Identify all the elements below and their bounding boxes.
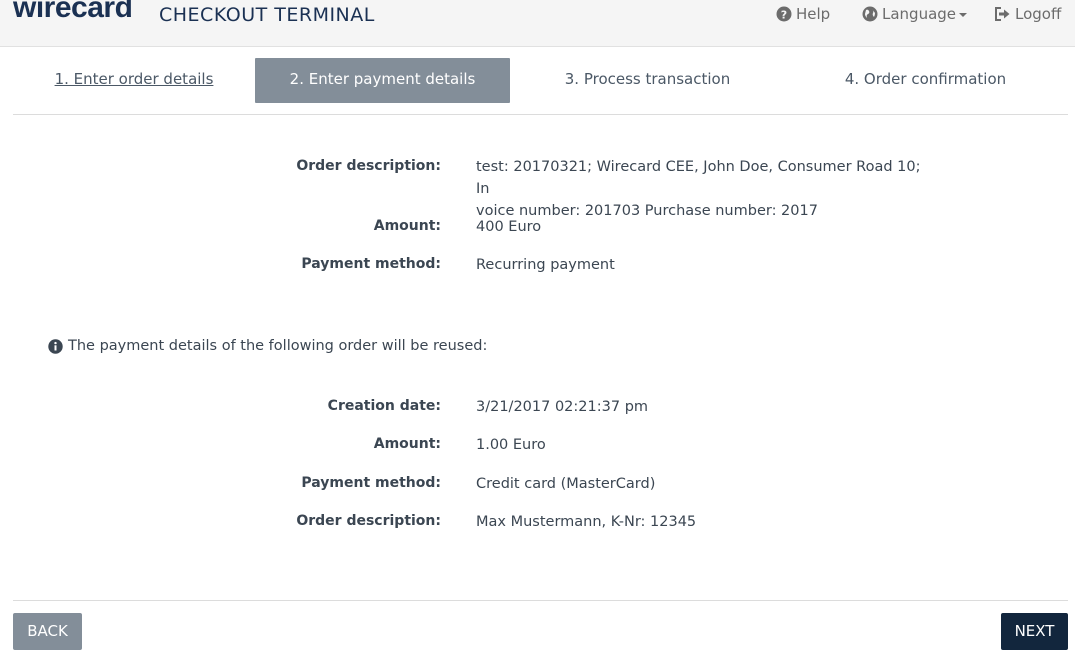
order-description-value: test: 20170321; Wirecard CEE, John Doe, …	[476, 156, 926, 222]
globe-icon	[862, 6, 878, 22]
order-description-line-1: test: 20170321; Wirecard CEE, John Doe, …	[476, 159, 921, 197]
step-process-transaction: 3. Process transaction	[520, 58, 775, 103]
logoff-icon	[995, 7, 1010, 21]
step-label[interactable]: 1. Enter order details	[55, 70, 214, 88]
creation-date-value: 3/21/2017 02:21:37 pm	[476, 399, 649, 415]
step-label: 2. Enter payment details	[289, 70, 476, 88]
step-label: 4. Order confirmation	[844, 70, 1007, 88]
reuse-info-message: The payment details of the following ord…	[48, 338, 487, 354]
reused-amount-label: Amount:	[373, 436, 441, 452]
reused-order-description-value: Max Mustermann, K-Nr: 12345	[476, 514, 697, 530]
reused-payment-method-value: Credit card (MasterCard)	[476, 476, 656, 492]
step-label: 3. Process transaction	[564, 70, 731, 88]
amount-label: Amount:	[373, 218, 441, 234]
order-description-label: Order description:	[296, 158, 441, 174]
reused-order-description-label: Order description:	[296, 513, 441, 529]
next-button[interactable]: NEXT	[1001, 613, 1068, 650]
logoff-label: Logoff	[1015, 5, 1062, 23]
back-button[interactable]: BACK	[13, 613, 82, 650]
language-label: Language	[882, 5, 957, 23]
app-title: CHECKOUT TERMINAL	[159, 4, 375, 26]
reused-amount-value: 1.00 Euro	[476, 437, 546, 453]
reuse-info-text: The payment details of the following ord…	[68, 338, 488, 354]
logoff-link[interactable]: Logoff	[994, 5, 1061, 23]
step-enter-order-details[interactable]: 1. Enter order details	[13, 58, 255, 103]
info-circle-icon	[48, 338, 63, 354]
divider	[13, 600, 1068, 601]
creation-date-label: Creation date:	[327, 398, 441, 414]
step-enter-payment-details: 2. Enter payment details	[255, 58, 510, 103]
reused-payment-method-label: Payment method:	[301, 475, 441, 491]
amount-value: 400 Euro	[476, 219, 542, 235]
help-label: Help	[796, 5, 831, 23]
language-dropdown[interactable]: Language	[862, 5, 968, 23]
wizard-steps: 1. Enter order details 2. Enter payment …	[13, 58, 1068, 103]
question-circle-icon: ?	[776, 6, 792, 22]
payment-method-value: Recurring payment	[476, 257, 615, 273]
caret-down-icon	[959, 13, 968, 17]
top-navbar: wirecard CHECKOUT TERMINAL ? Help Langua…	[0, 0, 1075, 47]
payment-method-label: Payment method:	[301, 256, 441, 272]
step-order-confirmation: 4. Order confirmation	[803, 58, 1048, 103]
help-link[interactable]: ? Help	[776, 5, 830, 23]
wirecard-logo: wirecard	[13, 0, 133, 24]
svg-text:?: ?	[781, 8, 787, 21]
divider	[13, 114, 1068, 115]
